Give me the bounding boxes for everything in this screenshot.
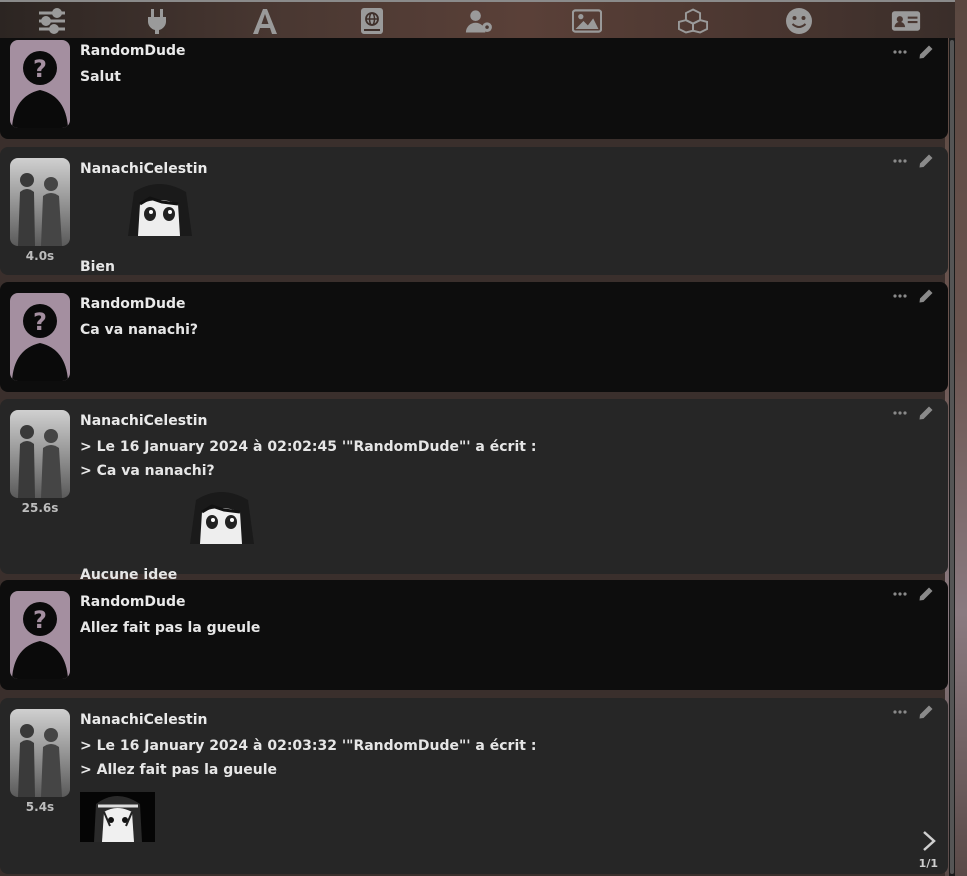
message-author: NanachiCelestin bbox=[80, 413, 208, 429]
message-text: Ca va nanachi? bbox=[80, 322, 199, 338]
anime-emote-image bbox=[119, 182, 198, 236]
edit-pencil-icon[interactable] bbox=[918, 288, 934, 304]
message-text-line: Bien bbox=[80, 259, 115, 275]
quote-line: > Le 16 January 2024 à 02:02:45 '"Random… bbox=[80, 439, 537, 455]
avatar-char[interactable] bbox=[10, 709, 70, 797]
more-options-icon[interactable] bbox=[892, 153, 908, 169]
image-icon[interactable] bbox=[571, 7, 603, 35]
edit-pencil-icon[interactable] bbox=[918, 405, 934, 421]
message-author: NanachiCelestin bbox=[80, 161, 208, 177]
avatar-user[interactable]: ? bbox=[10, 40, 70, 128]
generation-timer: 4.0s bbox=[25, 249, 55, 263]
message-actions bbox=[892, 704, 934, 720]
edit-pencil-icon[interactable] bbox=[918, 153, 934, 169]
message-text: Aucune idee bbox=[80, 490, 261, 583]
message-user: ? RandomDude Allez fait pas la gueule bbox=[0, 580, 948, 690]
smiley-icon[interactable] bbox=[784, 7, 814, 35]
quote-line: > Le 16 January 2024 à 02:03:32 '"Random… bbox=[80, 738, 537, 754]
avatar-char[interactable] bbox=[10, 410, 70, 498]
user-gear-icon[interactable] bbox=[465, 7, 495, 35]
swipe-right-icon[interactable] bbox=[920, 830, 938, 852]
more-options-icon[interactable] bbox=[892, 288, 908, 304]
message-actions bbox=[892, 44, 934, 60]
message-author: NanachiCelestin bbox=[80, 712, 208, 728]
message-text: Salut bbox=[80, 69, 121, 85]
message-char: 4.0s NanachiCelestin Bien bbox=[0, 147, 948, 275]
anime-image bbox=[80, 792, 155, 842]
message-text: Allez fait pas la gueule bbox=[80, 620, 261, 636]
generation-timer: 5.4s bbox=[25, 800, 55, 814]
message-author: RandomDude bbox=[80, 594, 186, 610]
avatar-user[interactable]: ? bbox=[10, 293, 70, 381]
generation-timer: 25.6s bbox=[21, 501, 59, 515]
chat-scrollbar[interactable] bbox=[949, 38, 955, 876]
quote-line: > Allez fait pas la gueule bbox=[80, 762, 277, 778]
plug-icon[interactable] bbox=[142, 7, 172, 35]
svg-text:?: ? bbox=[33, 55, 47, 83]
message-char-last: 5.4s NanachiCelestin > Le 16 January 202… bbox=[0, 698, 948, 874]
id-card-icon[interactable] bbox=[891, 7, 921, 35]
sliders-icon[interactable] bbox=[37, 7, 67, 35]
message-actions bbox=[892, 405, 934, 421]
edit-pencil-icon[interactable] bbox=[918, 704, 934, 720]
swipe-counter: 1/1 bbox=[918, 857, 938, 870]
message-actions bbox=[892, 586, 934, 602]
more-options-icon[interactable] bbox=[892, 704, 908, 720]
quote-line: > Ca va nanachi? bbox=[80, 463, 215, 479]
edit-pencil-icon[interactable] bbox=[918, 44, 934, 60]
message-text: Bien bbox=[80, 182, 198, 275]
avatar-char[interactable] bbox=[10, 158, 70, 246]
more-options-icon[interactable] bbox=[892, 44, 908, 60]
globe-book-icon[interactable] bbox=[357, 7, 387, 35]
top-toolbar bbox=[0, 0, 955, 38]
message-user: ? RandomDude Salut bbox=[0, 38, 948, 139]
message-actions bbox=[892, 288, 934, 304]
message-author: RandomDude bbox=[80, 43, 186, 59]
more-options-icon[interactable] bbox=[892, 405, 908, 421]
font-icon[interactable] bbox=[250, 7, 280, 35]
more-options-icon[interactable] bbox=[892, 586, 908, 602]
message-author: RandomDude bbox=[80, 296, 186, 312]
scrollbar-thumb[interactable] bbox=[950, 40, 954, 874]
message-user: ? RandomDude Ca va nanachi? bbox=[0, 282, 948, 392]
cubes-icon[interactable] bbox=[677, 7, 709, 35]
svg-text:?: ? bbox=[33, 308, 47, 336]
svg-text:?: ? bbox=[33, 606, 47, 634]
anime-emote-image bbox=[182, 490, 261, 544]
message-char: 25.6s NanachiCelestin > Le 16 January 20… bbox=[0, 399, 948, 583]
avatar-user[interactable]: ? bbox=[10, 591, 70, 679]
message-actions bbox=[892, 153, 934, 169]
edit-pencil-icon[interactable] bbox=[918, 586, 934, 602]
chat-log[interactable]: ? RandomDude Salut 4.0s NanachiCelestin … bbox=[0, 38, 955, 876]
